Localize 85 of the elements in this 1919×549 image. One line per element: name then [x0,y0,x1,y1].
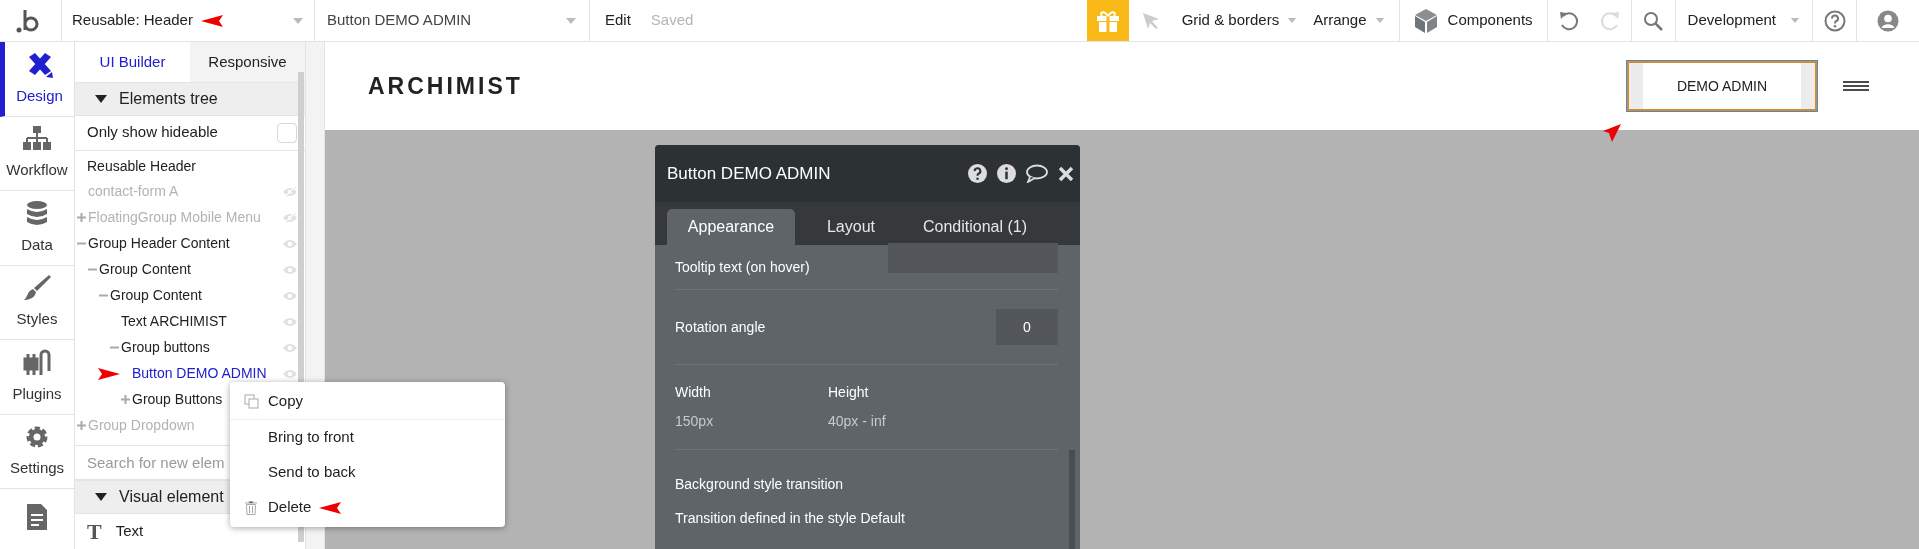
caret-icon [292,16,304,25]
tree-item[interactable]: Group Content [99,259,191,280]
field-label: Height [828,383,870,402]
cube-icon [1413,7,1438,34]
property-tab[interactable]: Appearance [667,209,795,245]
eye-icon[interactable] [283,342,297,353]
eye-slash-icon[interactable] [283,212,297,223]
nav-item[interactable]: Data [0,191,74,266]
document-icon [26,503,48,532]
help-icon[interactable] [968,164,987,183]
panel-tab[interactable]: Responsive [190,42,305,82]
caret-icon [1287,17,1298,24]
demo-admin-button[interactable]: DEMO ADMIN [1627,61,1817,111]
page-dropdown[interactable]: Reusable: Header [62,0,315,41]
user-icon [1877,9,1899,32]
property-tab[interactable]: Conditional (1) [907,209,1044,245]
help-icon [1823,9,1846,32]
element-type-item[interactable]: Text [115,520,144,543]
nav-icon [23,274,51,303]
eye-icon[interactable] [283,238,297,249]
eye-icon[interactable] [283,264,297,275]
pointer-arrow-icon [200,14,223,27]
trash-icon [245,500,257,515]
tree-item[interactable]: Group Header Content [88,233,230,254]
expand-icon[interactable] [77,421,86,430]
tree-item[interactable]: Text ARCHIMIST [121,311,227,332]
info-icon[interactable] [997,164,1016,183]
gift-icon [1095,9,1120,32]
field-label: Rotation angle [675,317,766,337]
grid-menu[interactable]: Grid & borders [1173,0,1306,41]
expand-icon[interactable] [77,213,86,222]
pointer-arrow-icon [1603,124,1621,142]
environment-dropdown[interactable]: Development [1675,0,1813,41]
section-header[interactable]: Elements tree [75,81,305,116]
nav-item[interactable]: Plugins [0,340,74,415]
caret-icon [1790,17,1800,24]
expand-icon[interactable] [121,395,130,404]
copy-icon [243,394,259,409]
site-logo-text: ARCHIMIST [368,71,523,101]
comment-icon[interactable] [1026,164,1048,183]
field-value: 150px [675,412,715,431]
search-icon [1643,10,1664,31]
undo-icon [1557,9,1580,32]
nav-icon [23,348,51,377]
element-dropdown[interactable]: Button DEMO ADMIN [315,0,590,41]
arrange-menu[interactable]: Arrange [1305,0,1400,41]
gift-button[interactable] [1086,0,1129,41]
save-status: Saved [650,10,694,31]
tree-item[interactable]: Group Content [110,285,202,306]
redo-icon [1599,9,1622,32]
nav-item[interactable]: Styles [0,265,74,341]
property-tab[interactable]: Layout [801,209,901,245]
nav-item[interactable]: Workflow [0,116,74,192]
tree-item[interactable]: Button DEMO ADMIN [132,363,267,384]
cursor-icon [1142,11,1161,30]
rotation-field[interactable]: 0 [996,309,1058,345]
caret-icon [565,16,577,25]
field-note: Transition defined in the style Default [675,509,906,528]
tree-item[interactable]: Group buttons [121,337,210,358]
hideable-checkbox[interactable] [277,122,297,143]
components-button[interactable]: Components [1399,0,1548,41]
close-icon[interactable] [1058,165,1074,182]
pointer-arrow-icon [98,367,120,380]
field-label: Tooltip text (on hover) [675,257,810,277]
field-value: 40px - inf [828,412,886,431]
field-label: Background style transition [675,475,845,494]
nav-item[interactable]: Settings [0,414,74,490]
panel-title: Button DEMO ADMIN [667,162,831,185]
tree-item[interactable]: Group Buttons [132,389,223,410]
checkbox-label: Only show hideable [87,122,218,143]
eye-icon[interactable] [283,316,297,327]
eye-slash-icon[interactable] [283,186,297,197]
tree-root-label: Reusable Header [86,156,197,176]
eye-icon[interactable] [283,290,297,301]
text-element-icon[interactable]: T [87,515,102,549]
edit-button[interactable]: Edit [605,9,631,32]
caret-down-icon [95,93,107,104]
eye-icon[interactable] [283,368,297,379]
menu-item[interactable]: Copy [230,384,505,419]
caret-icon [1374,17,1385,24]
pointer-arrow-icon [319,501,342,514]
tooltip-field[interactable] [888,243,1058,273]
field-label: Width [675,383,712,402]
caret-down-icon [95,492,107,503]
menu-icon[interactable] [1843,81,1869,91]
